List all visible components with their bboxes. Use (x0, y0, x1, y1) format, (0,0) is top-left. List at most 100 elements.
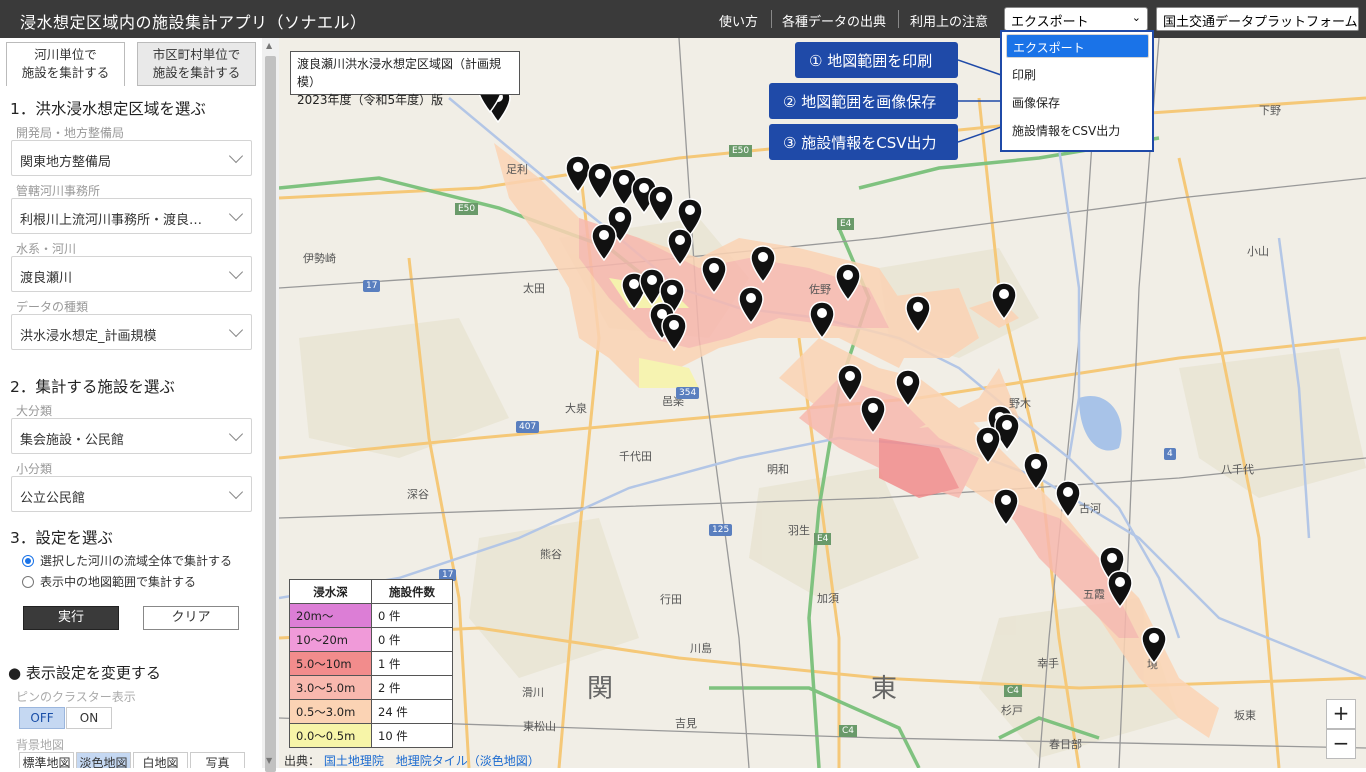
facility-pin-icon[interactable] (835, 263, 861, 301)
nav-how-to-use[interactable]: 使い方 (719, 11, 758, 30)
route-shield: 354 (676, 387, 700, 399)
callout-print: ① 地図範囲を印刷 (795, 42, 958, 78)
basemap-photo-button[interactable]: 写真 (190, 752, 245, 768)
facility-pin-icon[interactable] (905, 295, 931, 333)
legend-row: 0.5～3.0m 24 件 (289, 699, 453, 724)
facility-pin-icon[interactable] (991, 282, 1017, 320)
basemap-label: 背景地図 (16, 738, 65, 752)
facility-pin-icon[interactable] (667, 228, 693, 266)
legend-row: 0.0～0.5m 10 件 (289, 723, 453, 748)
place-label: 伊勢崎 (303, 252, 336, 265)
tab-municipality-unit-line1: 市区町村単位で (152, 47, 241, 62)
attribution-prefix: 出典： (284, 754, 321, 768)
place-label: 深谷 (407, 488, 429, 501)
place-label: 古河 (1079, 502, 1101, 515)
bureau-select[interactable]: 関東地方整備局 (11, 140, 252, 176)
export-select[interactable]: エクスポート ⌄ (1004, 7, 1148, 31)
place-label: 川島 (690, 642, 712, 655)
facility-pin-icon[interactable] (1055, 480, 1081, 518)
attribution-tile-link[interactable]: 地理院タイル（淡色地図） (396, 754, 540, 768)
river-label: 水系・河川 (16, 242, 77, 256)
road-shield: E4 (837, 218, 855, 230)
export-option-export[interactable]: エクスポート (1006, 34, 1149, 58)
facility-pin-icon[interactable] (750, 245, 776, 283)
facility-pin-icon[interactable] (1107, 570, 1133, 608)
scrollbar-thumb[interactable] (265, 56, 276, 772)
major-category-select-value: 集会施設・公民館 (20, 433, 125, 448)
facility-pin-icon[interactable] (975, 426, 1001, 464)
legend-header-count: 施設件数 (371, 579, 453, 604)
facility-pin-icon[interactable] (895, 369, 921, 407)
facility-pin-icon[interactable] (993, 488, 1019, 526)
section3-heading: 3．設定を選ぶ (10, 529, 113, 547)
facility-pin-icon[interactable] (738, 286, 764, 324)
run-button[interactable]: 実行 (23, 606, 119, 630)
tab-river-unit-line2: 施設を集計する (21, 65, 110, 80)
chevron-down-icon: ⌄ (1131, 11, 1141, 24)
cluster-off-toggle[interactable]: OFF (19, 707, 65, 729)
place-label: 春日部 (1049, 738, 1082, 751)
major-category-select[interactable]: 集会施設・公民館 (11, 418, 252, 454)
facility-pin-icon[interactable] (1023, 452, 1049, 490)
basemap-blank-button[interactable]: 白地図 (133, 752, 188, 768)
legend-header-depth: 浸水深 (289, 579, 372, 604)
attribution-gsi-link[interactable]: 国土地理院 (324, 754, 384, 768)
flood-depth-legend: 浸水深 施設件数 20m～ 0 件 10～20m 0 件 5.0～10m 1 件 3.… (289, 579, 453, 748)
major-category-label: 大分類 (16, 404, 53, 418)
scroll-down-icon[interactable]: ▼ (266, 756, 272, 765)
place-label: 東松山 (523, 720, 556, 733)
data-type-label: データの種類 (16, 300, 89, 314)
legend-depth: 20m～ (289, 603, 372, 628)
cluster-on-toggle[interactable]: ON (66, 707, 112, 729)
facility-pin-icon[interactable] (809, 301, 835, 339)
road-shield: E50 (455, 203, 479, 215)
legend-depth: 5.0～10m (289, 651, 372, 676)
route-shield: 4 (1164, 448, 1176, 460)
facility-pin-icon[interactable] (591, 223, 617, 261)
app-title: 浸水想定区域内の施設集計アプリ（ソナエル） (20, 13, 367, 32)
legend-row: 5.0～10m 1 件 (289, 651, 453, 676)
minor-category-select[interactable]: 公立公民館 (11, 476, 252, 512)
facility-pin-icon[interactable] (661, 313, 687, 351)
basemap-pale-button[interactable]: 淡色地図 (76, 752, 131, 768)
map-info-box: 渡良瀬川洪水浸水想定区域図（計画規模） 2023年度（令和5年度）版 (290, 51, 520, 107)
nav-terms[interactable]: 利用上の注意 (910, 11, 988, 30)
radio-visible-extent[interactable]: 表示中の地図範囲で集計する (22, 573, 196, 590)
tab-municipality-unit[interactable]: 市区町村単位で 施設を集計する (137, 42, 256, 86)
facility-pin-icon[interactable] (860, 396, 886, 434)
zoom-out-button[interactable]: − (1326, 729, 1356, 759)
export-option-save-image[interactable]: 画像保存 (1006, 90, 1149, 114)
road-shield: C4 (839, 725, 858, 737)
place-label: 佐野 (809, 283, 831, 296)
facility-pin-icon[interactable] (1141, 626, 1167, 664)
radio-whole-basin[interactable]: 選択した河川の流域全体で集計する (22, 552, 232, 569)
basemap-standard-button[interactable]: 標準地図 (19, 752, 74, 768)
region-label: 東 (871, 674, 898, 704)
chevron-down-icon (228, 426, 244, 442)
cluster-label: ピンのクラスター表示 (16, 690, 136, 704)
legend-row: 10～20m 0 件 (289, 627, 453, 652)
place-label: 羽生 (788, 524, 810, 537)
map-attribution: 出典： 国土地理院 地理院タイル（淡色地図） (284, 752, 540, 768)
office-select[interactable]: 利根川上流河川事務所・渡良… (11, 198, 252, 234)
tab-river-unit-line1: 河川単位で (34, 47, 97, 62)
place-label: 幸手 (1037, 657, 1059, 670)
facility-pin-icon[interactable] (648, 185, 674, 223)
scroll-up-icon[interactable]: ▲ (266, 41, 272, 50)
route-shield: 17 (363, 280, 381, 292)
legend-row: 3.0～5.0m 2 件 (289, 675, 453, 700)
bureau-label: 開発局・地方整備局 (16, 126, 125, 140)
zoom-in-button[interactable]: + (1326, 699, 1356, 729)
sidebar-scrollbar[interactable]: ▲ ▼ (262, 38, 279, 772)
river-select[interactable]: 渡良瀬川 (11, 256, 252, 292)
facility-pin-icon[interactable] (701, 256, 727, 294)
facility-pin-icon[interactable] (587, 162, 613, 200)
nav-data-sources[interactable]: 各種データの出典 (782, 11, 886, 30)
section1-heading: 1．洪水浸水想定区域を選ぶ (10, 100, 206, 118)
mlit-data-platform-button[interactable]: 国土交通データプラットフォーム (1156, 7, 1359, 31)
clear-button[interactable]: クリア (143, 606, 239, 630)
tab-river-unit[interactable]: 河川単位で 施設を集計する (6, 42, 125, 86)
export-option-print[interactable]: 印刷 (1006, 62, 1149, 86)
export-option-csv[interactable]: 施設情報をCSV出力 (1006, 118, 1149, 142)
data-type-select[interactable]: 洪水浸水想定_計画規模 (11, 314, 252, 350)
